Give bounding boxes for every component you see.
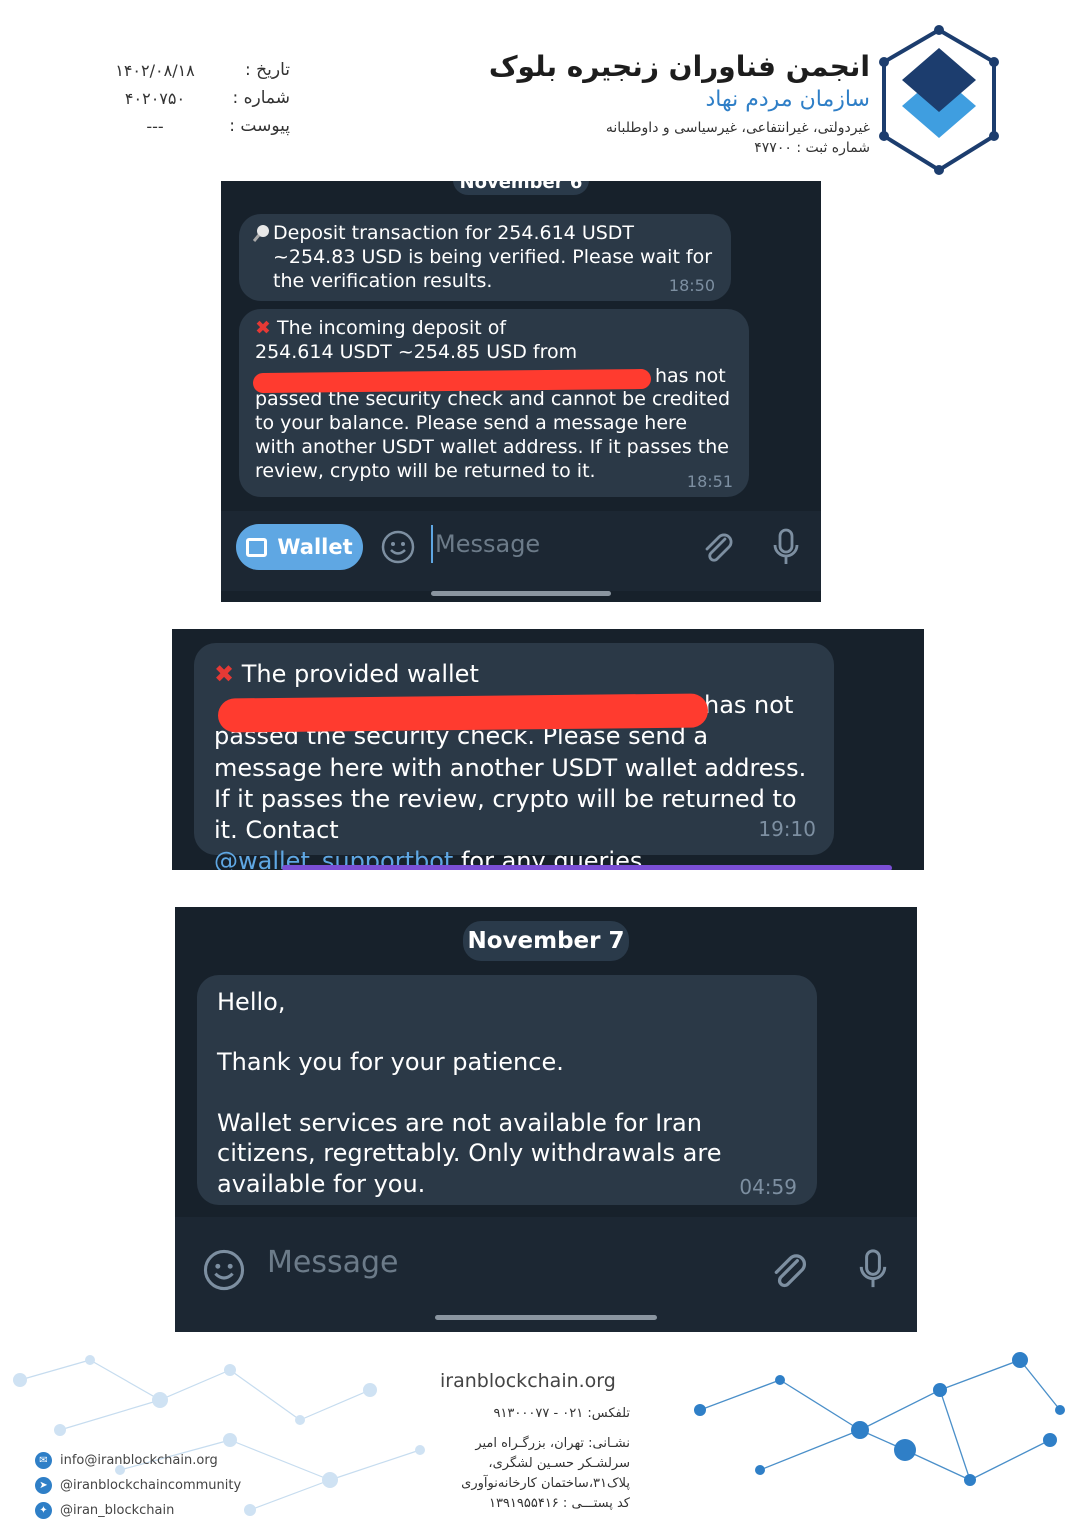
meta-date-value: ۱۴۰۲/۰۸/۱۸ (115, 60, 195, 80)
cross-mark-icon: ✖ (214, 660, 235, 688)
footer-address: iranblockchain.org تلفکس: ۰۲۱ - ۹۱۳۰۰۰۷۷… (440, 1370, 630, 1516)
message-rest: passed the security check and cannot be … (255, 388, 731, 482)
org-title: انجمن فناوران زنجیره بلوک (488, 50, 870, 83)
address-line: کد پستـــی : ۱۳۹۱۹۵۵۴۱۶ (488, 1496, 630, 1511)
message-text: Deposit transaction for 254.614 USDT ~25… (273, 222, 713, 292)
meta-attachment-label: پیوست : (229, 116, 290, 136)
chat-screenshot-1: November 6 Deposit transaction for 254.6… (221, 181, 821, 602)
message-deposit-rejected: ✖ The incoming deposit of 254.614 USDT ~… (239, 309, 749, 497)
phone-text: تلفکس: ۰۲۱ - ۹۱۳۰۰۰۷۷ (493, 1406, 630, 1421)
org-header: انجمن فناوران زنجیره بلوک سازمان مردم نه… (489, 50, 870, 156)
message-time: 18:51 (686, 472, 733, 491)
microphone-icon[interactable] (771, 527, 801, 567)
contact-twitter-text: @iran_blockchain (60, 1503, 175, 1518)
message-deposit-verifying: Deposit transaction for 254.614 USDT ~25… (239, 214, 731, 301)
attach-icon[interactable] (699, 529, 735, 565)
attach-icon[interactable] (767, 1249, 809, 1291)
message-time: 04:59 (739, 1175, 797, 1199)
message-greeting: Hello, (217, 988, 286, 1016)
composer-bar: Wallet Message (221, 511, 821, 591)
contact-telegram-text: @iranblockchaincommunity (60, 1478, 242, 1493)
org-logo-icon (879, 25, 999, 175)
emoji-icon[interactable] (203, 1249, 245, 1291)
magnifier-icon (253, 225, 269, 242)
message-line1: The provided wallet (241, 660, 479, 688)
message-line3: has not (655, 364, 726, 387)
org-subtitle: سازمان مردم نهاد (705, 87, 871, 112)
microphone-icon[interactable] (857, 1245, 889, 1293)
contact-email-text: info@iranblockchain.org (60, 1453, 218, 1468)
letter-meta: ۱۴۰۲/۰۸/۱۸ تاریخ : ۴۰۲۰۷۵۰ شماره : --- پ… (100, 56, 290, 140)
website-link[interactable]: iranblockchain.org (440, 1370, 630, 1392)
message-line1: The incoming deposit of (276, 317, 507, 339)
message-body: Wallet services are not available for Ir… (217, 1108, 722, 1198)
meta-date: ۱۴۰۲/۰۸/۱۸ تاریخ : (100, 56, 290, 84)
meta-number: ۴۰۲۰۷۵۰ شماره : (100, 84, 290, 112)
message-line2: has not (704, 691, 794, 720)
meta-attachment-value: --- (146, 116, 164, 136)
meta-date-label: تاریخ : (245, 60, 290, 80)
cross-mark-icon: ✖ (255, 317, 271, 339)
contact-email[interactable]: ✉ info@iranblockchain.org (35, 1448, 241, 1473)
message-thanks: Thank you for your patience. (217, 1048, 564, 1077)
message-wallet-rejected: ✖ The provided wallet has not passed the… (194, 643, 834, 870)
redaction-mark (217, 693, 709, 733)
message-input[interactable]: Message (431, 525, 540, 563)
meta-number-value: ۴۰۲۰۷۵۰ (124, 88, 186, 108)
date-separator: November 7 (463, 921, 629, 961)
chat-screenshot-3: November 7 Hello, Thank you for your pat… (175, 907, 917, 1332)
org-description: غیردولتی، غیرانتفاعی، غیرسیاسی و داوطلبا… (605, 120, 870, 136)
meta-attachment: --- پیوست : (100, 112, 290, 140)
contact-list: ✉ info@iranblockchain.org ➤ @iranblockch… (35, 1448, 241, 1523)
wallet-icon (246, 537, 268, 557)
wallet-button-label: Wallet (277, 535, 353, 559)
twitter-icon: ✦ (35, 1502, 52, 1519)
emoji-icon[interactable] (381, 530, 415, 564)
message-time: 18:50 (668, 276, 715, 295)
message-line2: 254.614 USDT ~254.85 USD from (255, 340, 578, 363)
next-message-edge (282, 865, 892, 870)
wallet-button[interactable]: Wallet (236, 524, 363, 570)
message-time: 19:10 (758, 817, 816, 841)
address-line: سرلشـکر حسـین لشگری، (488, 1456, 630, 1471)
meta-number-label: شماره : (232, 88, 291, 108)
message-rest: passed the security check. Please send a… (214, 722, 807, 844)
org-registration: شماره ثبت : ۴۷۷۰۰ (754, 140, 870, 156)
message-input[interactable]: Message (267, 1245, 398, 1280)
home-indicator (431, 591, 611, 596)
chat-screenshot-2: ✖ The provided wallet has not passed the… (172, 629, 924, 870)
composer-bar: Message (175, 1217, 917, 1332)
contact-twitter[interactable]: ✦ @iran_blockchain (35, 1498, 241, 1523)
address-line: نشـانی: تهران، بزرگـراه امیر (475, 1436, 630, 1451)
email-icon: ✉ (35, 1452, 52, 1469)
telegram-icon: ➤ (35, 1477, 52, 1494)
message-service-unavailable: Hello, Thank you for your patience. Wall… (197, 975, 817, 1205)
address-line: پلاک۳۱،ساختمان کارخانه‌نوآوری (461, 1476, 630, 1491)
contact-telegram[interactable]: ➤ @iranblockchaincommunity (35, 1473, 241, 1498)
date-separator: November 6 (453, 181, 589, 195)
redaction-mark (252, 368, 652, 394)
